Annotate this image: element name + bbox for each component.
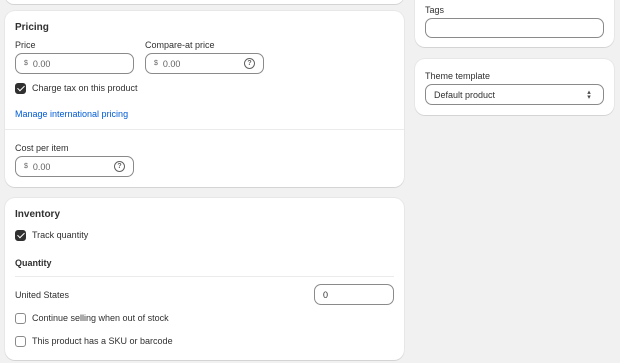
location-quantity-value: 0 (323, 289, 329, 300)
track-quantity-checkbox[interactable] (15, 230, 26, 241)
quantity-heading: Quantity (15, 258, 52, 268)
compare-at-price-label: Compare-at price (145, 40, 215, 50)
cost-per-item-input[interactable]: $ 0.00 ? (15, 156, 134, 177)
sku-barcode-label: This product has a SKU or barcode (32, 336, 173, 346)
cost-per-item-value: 0.00 (32, 161, 51, 172)
pricing-title: Pricing (15, 22, 49, 33)
cost-currency-prefix: $ (24, 163, 28, 170)
tags-card: Tags (415, 0, 614, 47)
charge-tax-label: Charge tax on this product (32, 83, 138, 93)
location-label: United States (15, 290, 70, 300)
tags-label: Tags (425, 5, 445, 15)
cost-per-item-label: Cost per item (15, 143, 69, 153)
product-editor-page: Pricing Price $ 0.00 Compare-at price $ … (0, 0, 620, 363)
theme-template-select[interactable]: Default product ▴ ▾ (425, 84, 604, 105)
price-value: 0.00 (32, 58, 51, 69)
theme-template-label: Theme template (425, 71, 491, 81)
continue-selling-label: Continue selling when out of stock (32, 313, 169, 323)
track-quantity-label: Track quantity (32, 230, 89, 240)
manage-international-pricing-link[interactable]: Manage international pricing (15, 109, 128, 119)
tags-input[interactable] (425, 18, 604, 38)
price-currency-prefix: $ (24, 60, 28, 67)
sku-barcode-checkbox[interactable] (15, 336, 26, 347)
question-circle-icon[interactable]: ? (244, 58, 255, 69)
quantity-divider (15, 276, 394, 277)
price-label: Price (15, 40, 36, 50)
question-circle-icon[interactable]: ? (114, 161, 125, 172)
charge-tax-checkbox[interactable] (15, 83, 26, 94)
theme-template-card: Theme template Default product ▴ ▾ (415, 59, 614, 115)
compare-at-price-input[interactable]: $ 0.00 ? (145, 53, 264, 74)
compare-currency-prefix: $ (154, 60, 158, 67)
pricing-divider (5, 129, 404, 130)
inventory-title: Inventory (15, 209, 61, 220)
price-input[interactable]: $ 0.00 (15, 53, 134, 74)
inventory-card: Inventory Track quantity Quantity United… (5, 198, 404, 360)
chevron-up-down-icon: ▴ ▾ (587, 89, 591, 101)
pricing-card: Pricing Price $ 0.00 Compare-at price $ … (5, 11, 404, 187)
theme-template-value: Default product (434, 89, 496, 100)
location-quantity-input[interactable]: 0 (314, 284, 394, 305)
continue-selling-checkbox[interactable] (15, 313, 26, 324)
previous-card-bottom (5, 0, 404, 4)
compare-at-price-value: 0.00 (162, 58, 181, 69)
